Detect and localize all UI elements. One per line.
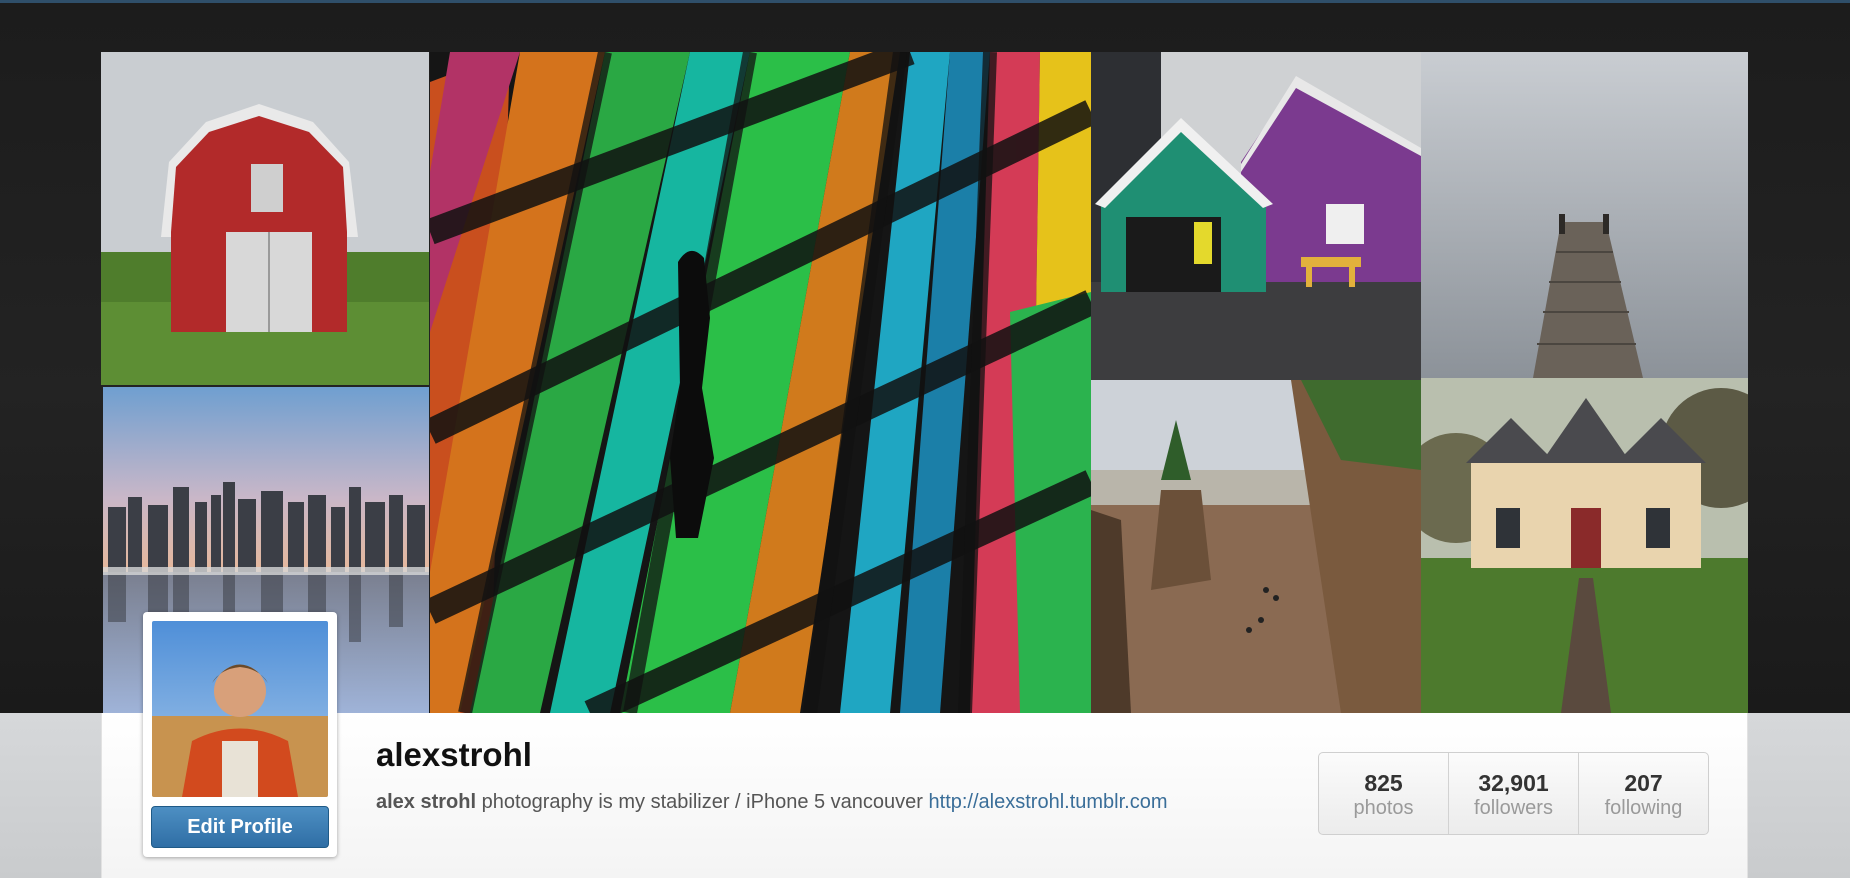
bio-website-link[interactable]: http://alexstrohl.tumblr.com: [929, 791, 1168, 813]
stat-following-label: following: [1604, 797, 1683, 819]
stat-followers[interactable]: 32,901 followers: [1449, 753, 1579, 834]
edit-profile-button[interactable]: Edit Profile: [151, 806, 329, 848]
stat-following-count: 207: [1624, 770, 1663, 796]
cover-photo-mosaic: [101, 52, 1748, 713]
profile-bio: alex strohl photography is my stabilizer…: [376, 791, 1168, 814]
stat-following[interactable]: 207 following: [1579, 753, 1708, 834]
stat-photos[interactable]: 825 photos: [1319, 753, 1449, 834]
photo-tile-sheds[interactable]: [1091, 52, 1421, 380]
photo-tile-stained-glass[interactable]: [430, 52, 1091, 713]
stat-photos-label: photos: [1353, 797, 1414, 819]
top-border: [0, 0, 1850, 3]
profile-username: alexstrohl: [376, 736, 532, 773]
photo-tile-dock[interactable]: [1421, 52, 1748, 378]
stat-followers-count: 32,901: [1478, 770, 1549, 796]
avatar[interactable]: [152, 621, 328, 797]
profile-stats: 825 photos 32,901 followers 207 followin…: [1318, 752, 1709, 835]
avatar-card: Edit Profile: [143, 612, 337, 857]
stat-photos-count: 825: [1364, 770, 1403, 796]
bio-full-name: alex strohl: [376, 791, 477, 813]
bio-text: photography is my stabilizer / iPhone 5 …: [476, 791, 929, 813]
stat-followers-label: followers: [1474, 797, 1553, 819]
photo-tile-house[interactable]: [1421, 378, 1748, 713]
photo-tile-rocks[interactable]: [1091, 380, 1421, 713]
photo-tile-barn[interactable]: [101, 52, 429, 385]
